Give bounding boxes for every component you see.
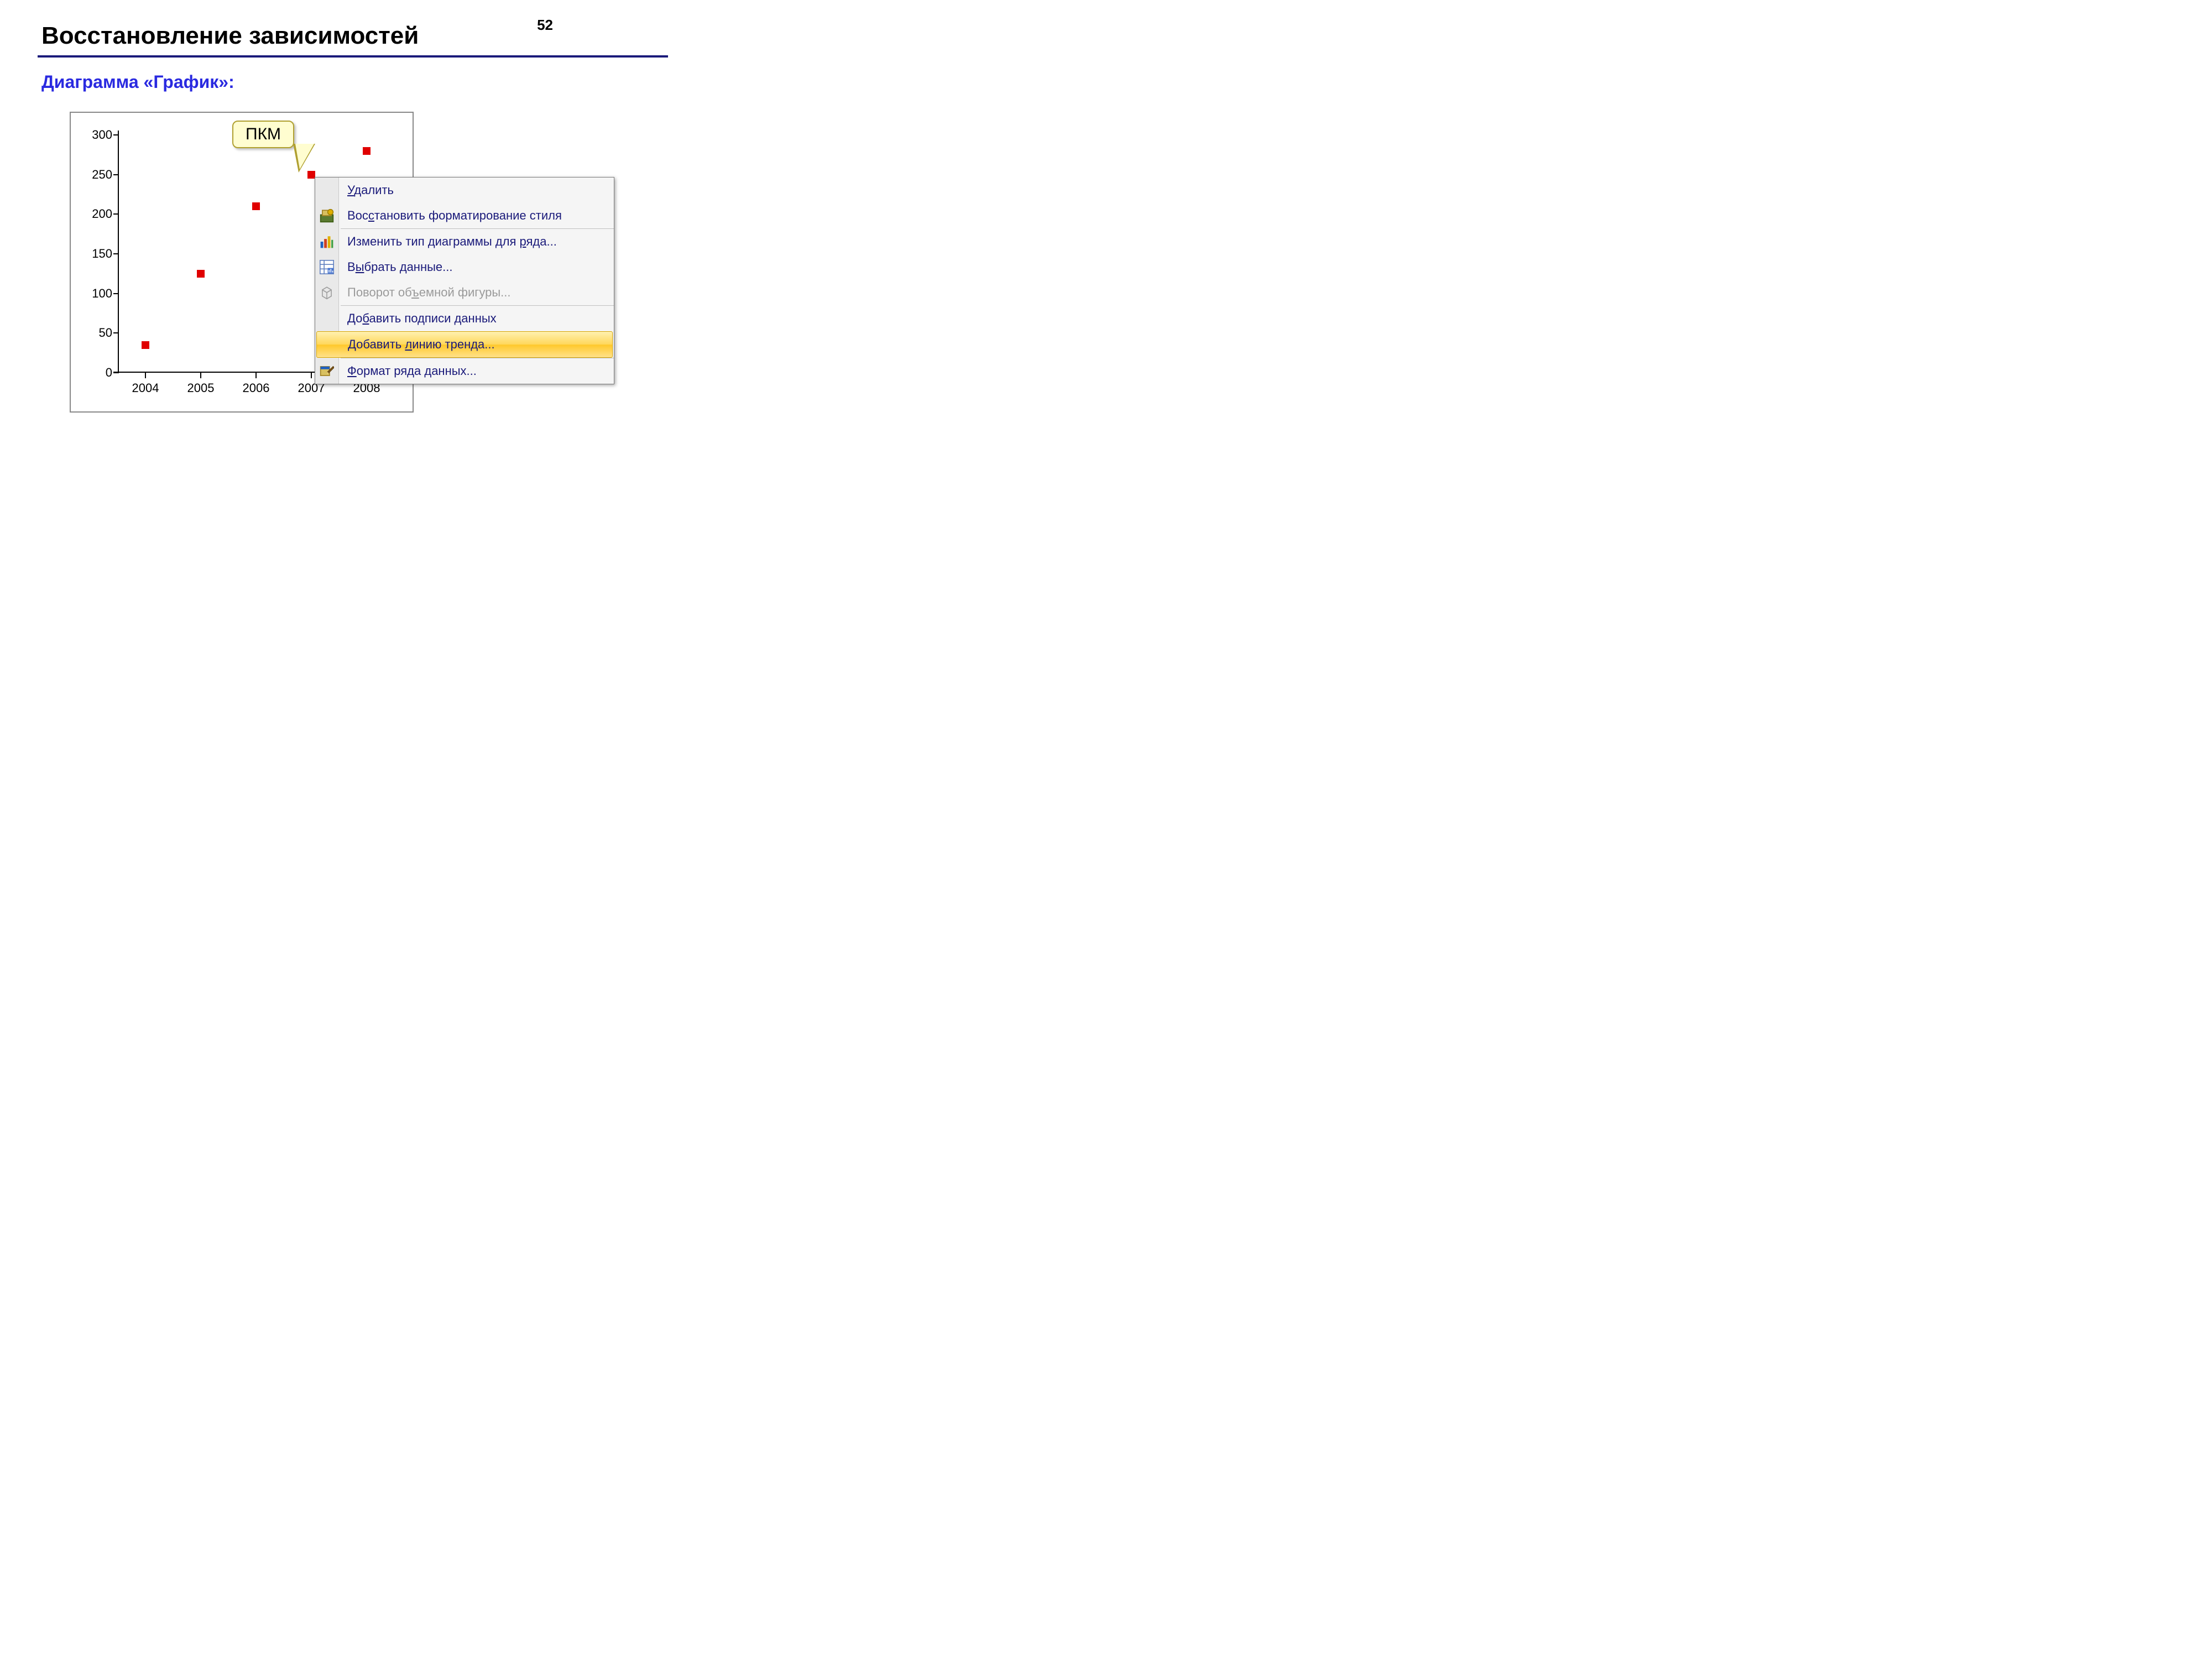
rotate-3d-icon <box>320 285 334 300</box>
menu-item[interactable]: Изменить тип диаграммы для ряда... <box>315 229 614 254</box>
y-tick-label: 200 <box>92 207 112 221</box>
menu-item-label: Удалить <box>347 183 394 197</box>
y-axis <box>118 131 119 373</box>
y-tick-label: 50 <box>99 326 112 340</box>
menu-item: Поворот объемной фигуры... <box>315 280 614 305</box>
x-tick-label: 2006 <box>243 381 270 395</box>
x-tick <box>311 373 312 378</box>
menu-item-label: Выбрать данные... <box>347 260 453 274</box>
y-tick-label: 250 <box>92 168 112 182</box>
menu-item-label: Добавить подписи данных <box>347 311 497 325</box>
y-tick-label: 100 <box>92 286 112 301</box>
y-tick-label: 150 <box>92 247 112 261</box>
y-tick-label: 0 <box>106 366 112 380</box>
slide-subtitle: Диаграмма «График»: <box>41 72 234 92</box>
menu-item[interactable]: Удалить <box>315 178 614 203</box>
menu-item-label: Добавить линию тренда... <box>348 337 495 351</box>
y-tick-label: 300 <box>92 128 112 142</box>
menu-item-label: Формат ряда данных... <box>347 364 477 378</box>
reset-style-icon <box>320 208 334 223</box>
title-underline <box>38 55 668 58</box>
x-tick <box>145 373 146 378</box>
y-tick <box>113 332 119 333</box>
menu-item[interactable]: Формат ряда данных... <box>315 358 614 384</box>
callout-tail <box>293 144 315 173</box>
data-point[interactable] <box>197 270 205 278</box>
callout-label: ПКМ <box>232 121 294 148</box>
y-tick <box>113 213 119 215</box>
y-tick <box>113 372 119 373</box>
menu-item[interactable]: Добавить подписи данных <box>315 306 614 331</box>
format-series-icon <box>320 364 334 378</box>
y-tick <box>113 174 119 175</box>
menu-item-label: Изменить тип диаграммы для ряда... <box>347 234 557 248</box>
slide-title: Восстановление зависимостей <box>41 22 419 50</box>
chart-type-icon <box>320 234 334 249</box>
y-tick <box>113 253 119 254</box>
menu-item[interactable]: Восстановить форматирование стиля <box>315 203 614 228</box>
callout-pkm: ПКМ <box>232 121 294 148</box>
y-tick <box>113 134 119 135</box>
context-menu[interactable]: Удалить Восстановить форматирование стиля… <box>315 177 614 384</box>
x-tick <box>200 373 201 378</box>
menu-item[interactable]: Добавить линию тренда... <box>316 331 613 358</box>
page-number: 52 <box>537 17 553 34</box>
menu-item-label: Поворот объемной фигуры... <box>347 285 510 299</box>
x-tick-label: 2005 <box>187 381 215 395</box>
menu-item[interactable]: Выбрать данные... <box>315 254 614 280</box>
data-point[interactable] <box>363 147 371 155</box>
slide: 52 Восстановление зависимостей Диаграмма… <box>0 0 708 531</box>
y-tick <box>113 293 119 294</box>
x-tick <box>255 373 257 378</box>
menu-item-label: Восстановить форматирование стиля <box>347 208 562 222</box>
select-data-icon <box>320 260 334 274</box>
data-point[interactable] <box>252 202 260 210</box>
data-point[interactable] <box>142 341 149 349</box>
x-tick-label: 2004 <box>132 381 159 395</box>
